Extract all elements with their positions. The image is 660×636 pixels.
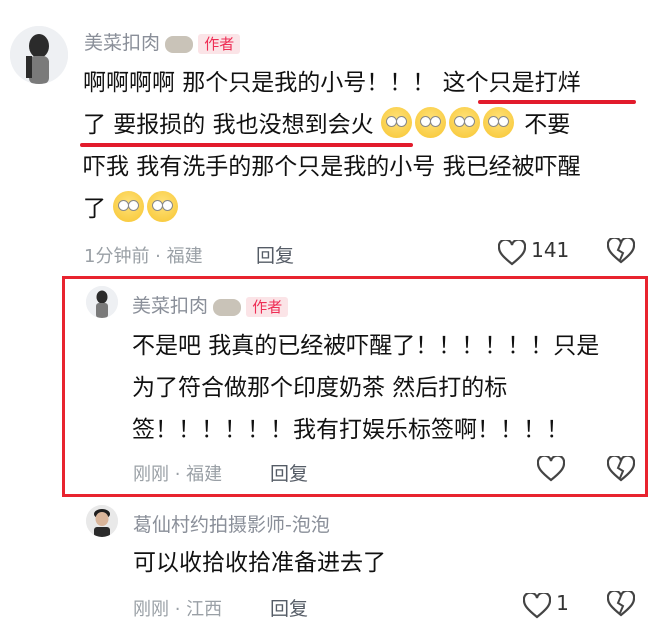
flushed-face-emoji-icon xyxy=(113,191,145,222)
flushed-face-emoji-icon xyxy=(414,107,446,138)
comment-line: 可以收拾收拾准备进去了 xyxy=(133,550,386,576)
reply-button[interactable]: 回复 xyxy=(256,241,294,268)
dislike-button[interactable] xyxy=(606,589,636,621)
comment-meta: 刚刚 · 福建 xyxy=(133,464,223,485)
like-button[interactable] xyxy=(536,454,566,486)
comment-meta: 刚刚 · 江西 xyxy=(133,599,223,620)
highlight-underline xyxy=(478,100,636,104)
comment-line-text: 了 要报损的 我也没想到会火 xyxy=(83,112,374,138)
avatar[interactable] xyxy=(86,505,118,537)
like-button[interactable]: 1 xyxy=(522,591,569,619)
like-count: 141 xyxy=(531,238,570,262)
like-count: 1 xyxy=(556,591,569,615)
comment-line: 吓我 我有洗手的那个只是我的小号 我已经被吓醒 xyxy=(83,154,581,180)
heart-outline-icon xyxy=(497,238,527,265)
heart-outline-icon xyxy=(522,591,552,618)
comment-header: 美菜扣肉 作者 xyxy=(132,291,289,318)
user-avatar-icon xyxy=(86,286,118,318)
comment-line: 签！！！！！！我有打娱乐标签啊！！！！ xyxy=(132,417,569,443)
comment-line: 了 要报损的 我也没想到会火 不要 xyxy=(83,104,581,146)
broken-heart-icon xyxy=(606,236,636,264)
comment-meta: 1分钟前 · 福建 xyxy=(84,246,203,267)
like-button[interactable]: 141 xyxy=(497,238,570,266)
comment-line: 啊啊啊啊 那个只是我的小号！！！ 这个只是打烊 xyxy=(83,70,581,96)
comment-header: 美菜扣肉 作者 xyxy=(84,28,241,55)
comment-line-text: 了 xyxy=(83,196,106,222)
user-avatar-icon xyxy=(10,26,68,84)
comment-line-text: 不要 xyxy=(524,112,571,138)
level-badge-icon xyxy=(213,299,242,316)
flushed-face-emoji-icon xyxy=(482,107,514,138)
broken-heart-icon xyxy=(606,454,636,482)
avatar[interactable] xyxy=(86,286,118,318)
reply-button[interactable]: 回复 xyxy=(270,459,308,486)
comment-line: 为了符合做那个印度奶茶 然后打的标 xyxy=(132,375,508,401)
username[interactable]: 葛仙村约拍摄影师-泡泡 xyxy=(133,514,330,536)
avatar[interactable] xyxy=(10,26,68,84)
flushed-face-emoji-icon xyxy=(380,107,412,138)
highlight-underline xyxy=(80,143,413,147)
broken-heart-icon xyxy=(606,589,636,617)
comment-text: 不是吧 我真的已经被吓醒了！！！！！！只是 为了符合做那个印度奶茶 然后打的标 … xyxy=(132,325,599,451)
comment-line: 了 xyxy=(83,188,581,230)
author-badge: 作者 xyxy=(198,34,241,54)
level-badge-icon xyxy=(165,36,194,53)
dislike-button[interactable] xyxy=(606,236,636,268)
username[interactable]: 美菜扣肉 xyxy=(132,295,208,317)
comment-text: 可以收拾收拾准备进去了 xyxy=(133,542,386,584)
heart-outline-icon xyxy=(536,454,566,482)
comment-header: 葛仙村约拍摄影师-泡泡 xyxy=(133,510,330,537)
dislike-button[interactable] xyxy=(606,454,636,486)
flushed-face-emoji-icon xyxy=(448,107,480,138)
username[interactable]: 美菜扣肉 xyxy=(84,32,160,54)
author-badge: 作者 xyxy=(246,297,289,317)
comment-line: 不是吧 我真的已经被吓醒了！！！！！！只是 xyxy=(132,333,600,359)
flushed-face-emoji-icon xyxy=(147,191,179,222)
user-avatar-icon xyxy=(86,505,118,537)
reply-button[interactable]: 回复 xyxy=(270,594,308,621)
